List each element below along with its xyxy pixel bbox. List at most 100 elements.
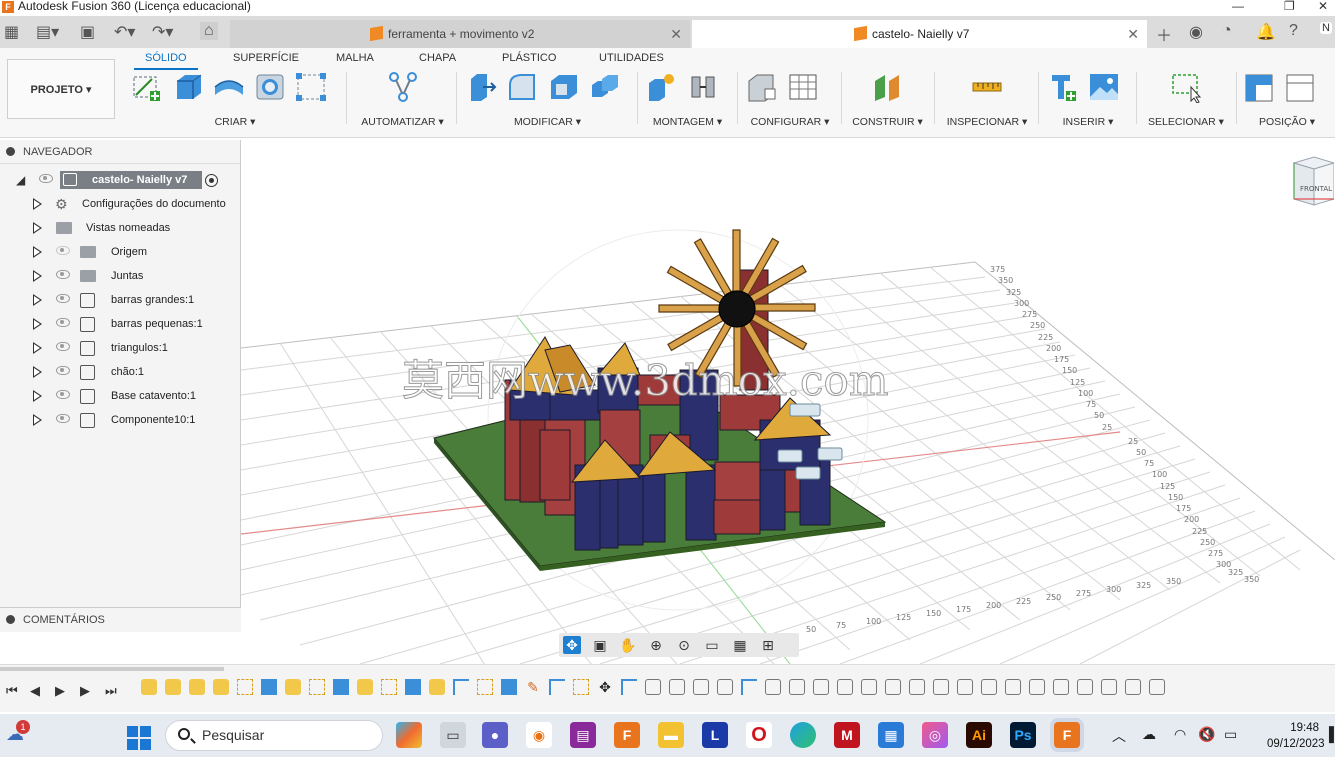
help-icon[interactable]: ? <box>1289 22 1298 40</box>
close-tab-icon[interactable]: ✕ <box>1127 20 1139 48</box>
tab-chapa[interactable]: CHAPA <box>419 52 456 64</box>
creative-cloud-icon[interactable]: ◎ <box>922 722 948 748</box>
workspace-switcher-button[interactable]: PROJETO ▾ <box>7 59 115 119</box>
orbit-icon[interactable]: ✥ <box>563 636 581 654</box>
visibility-eye-icon[interactable] <box>56 366 70 375</box>
tab-solido[interactable]: SÓLIDO <box>145 52 187 64</box>
tree-item-juntas[interactable]: Juntas <box>0 264 240 288</box>
new-component-icon[interactable] <box>645 71 679 103</box>
timeline-feature[interactable] <box>1077 679 1093 695</box>
timeline-feature[interactable] <box>1125 679 1141 695</box>
timeline-feature[interactable] <box>837 679 853 695</box>
offset-plane-icon[interactable] <box>871 71 905 103</box>
tab-ferramenta[interactable]: ferramenta + movimento v2 ✕ <box>230 20 690 48</box>
edge-icon[interactable] <box>790 722 816 748</box>
battery-icon[interactable]: ▭ <box>1224 726 1237 743</box>
viewports-icon[interactable]: ⊞ <box>759 636 777 654</box>
timeline-feature[interactable]: ✥ <box>597 679 613 695</box>
tree-item-base-catavento[interactable]: Base catavento:1 <box>0 384 240 408</box>
navigator-header[interactable]: NAVEGADOR <box>0 140 240 164</box>
maximize-button[interactable]: ❐ <box>1284 0 1295 12</box>
opera-icon[interactable]: O <box>746 722 772 748</box>
timeline-feature[interactable] <box>909 679 925 695</box>
visibility-eye-icon[interactable] <box>56 390 70 399</box>
timeline-feature[interactable] <box>933 679 949 695</box>
store-icon[interactable]: ▦ <box>878 722 904 748</box>
grid-settings-icon[interactable]: ▦ <box>731 636 749 654</box>
copilot-icon[interactable] <box>396 722 422 748</box>
fillet-icon[interactable] <box>506 71 540 103</box>
step-back-icon[interactable]: ◀ <box>30 683 40 699</box>
group-label-configurar[interactable]: CONFIGURAR ▾ <box>745 116 835 128</box>
create-sketch-icon[interactable] <box>130 71 164 103</box>
timeline-feature[interactable] <box>621 679 637 695</box>
expand-plus-icon[interactable] <box>6 615 15 624</box>
timeline-feature[interactable] <box>957 679 973 695</box>
expand-icon[interactable] <box>33 318 42 330</box>
hidden-eye-icon[interactable] <box>56 246 70 255</box>
group-label-modificar[interactable]: MODIFICAR ▾ <box>465 116 630 128</box>
press-pull-icon[interactable] <box>465 71 499 103</box>
close-tab-icon[interactable]: ✕ <box>670 20 682 48</box>
timeline-feature[interactable] <box>141 679 157 695</box>
expand-icon[interactable] <box>33 198 42 210</box>
capture-position-icon[interactable] <box>1242 71 1276 103</box>
measure-icon[interactable] <box>970 71 1004 103</box>
visibility-eye-icon[interactable] <box>56 414 70 423</box>
pattern-icon[interactable] <box>294 71 328 103</box>
visibility-eye-icon[interactable] <box>39 174 53 183</box>
timeline-feature[interactable] <box>693 679 709 695</box>
tree-item-origem[interactable]: Origem <box>0 240 240 264</box>
expand-down-icon[interactable]: ◢ <box>16 168 25 192</box>
revolve-icon[interactable] <box>212 71 246 103</box>
notification-center-icon[interactable]: ▐ <box>1324 726 1334 742</box>
tree-item-vistas[interactable]: Vistas nomeadas <box>0 216 240 240</box>
tab-utilidades[interactable]: UTILIDADES <box>599 52 664 64</box>
fusion-active-icon[interactable]: F <box>1054 722 1080 748</box>
tree-item-configuracoes[interactable]: ⚙ Configurações do documento <box>0 192 240 216</box>
expand-icon[interactable] <box>33 246 42 258</box>
go-to-end-icon[interactable]: ⏭ <box>105 683 117 699</box>
tree-root[interactable]: ◢ castelo- Naielly v7 <box>0 168 240 192</box>
group-label-posicao[interactable]: POSIÇÃO ▾ <box>1242 116 1332 128</box>
visibility-eye-icon[interactable] <box>56 270 70 279</box>
undo-icon[interactable]: ↶▾ <box>114 22 135 42</box>
timeline-feature[interactable] <box>669 679 685 695</box>
step-forward-icon[interactable]: ▶ <box>80 683 90 699</box>
timeline-feature[interactable] <box>1101 679 1117 695</box>
play-icon[interactable]: ▶ <box>55 683 65 699</box>
timeline-feature[interactable] <box>1029 679 1045 695</box>
timeline-feature[interactable] <box>477 679 493 695</box>
fusion-taskbar-icon[interactable]: F <box>614 722 640 748</box>
minimize-button[interactable]: — <box>1232 0 1244 12</box>
job-status-icon[interactable]: ◔ <box>1222 22 1232 40</box>
redo-icon[interactable]: ↷▾ <box>152 22 173 42</box>
timeline-feature[interactable] <box>501 679 517 695</box>
timeline-feature[interactable] <box>285 679 301 695</box>
timeline-feature[interactable] <box>453 679 469 695</box>
timeline-feature[interactable] <box>381 679 397 695</box>
group-label-construir[interactable]: CONSTRUIR ▾ <box>850 116 925 128</box>
visibility-eye-icon[interactable] <box>56 342 70 351</box>
configure-icon[interactable] <box>745 71 779 103</box>
close-window-button[interactable]: ✕ <box>1318 0 1328 12</box>
timeline-feature[interactable] <box>1005 679 1021 695</box>
tree-item-triangulos[interactable]: triangulos:1 <box>0 336 240 360</box>
timeline-feature[interactable] <box>741 679 757 695</box>
display-settings-icon[interactable]: ▭ <box>703 636 721 654</box>
select-box-icon[interactable] <box>1169 71 1203 103</box>
timeline-feature[interactable] <box>1149 679 1165 695</box>
timeline-feature[interactable] <box>189 679 205 695</box>
timeline-feature[interactable] <box>261 679 277 695</box>
group-label-criar[interactable]: CRIAR ▾ <box>130 116 340 128</box>
wifi-icon[interactable]: ◠ <box>1174 726 1186 743</box>
windows-start-icon[interactable] <box>127 726 151 750</box>
timeline-feature[interactable] <box>429 679 445 695</box>
taskbar-search[interactable]: Pesquisar <box>165 720 383 751</box>
viewport-scene[interactable]: 莫西网www.3dmox.com 375 350 325 300 275 250… <box>241 140 1335 664</box>
timeline-feature[interactable] <box>789 679 805 695</box>
group-label-montagem[interactable]: MONTAGEM ▾ <box>645 116 730 128</box>
group-label-selecionar[interactable]: SELECIONAR ▾ <box>1142 116 1230 128</box>
mcafee-icon[interactable]: M <box>834 722 860 748</box>
expand-icon[interactable] <box>33 294 42 306</box>
